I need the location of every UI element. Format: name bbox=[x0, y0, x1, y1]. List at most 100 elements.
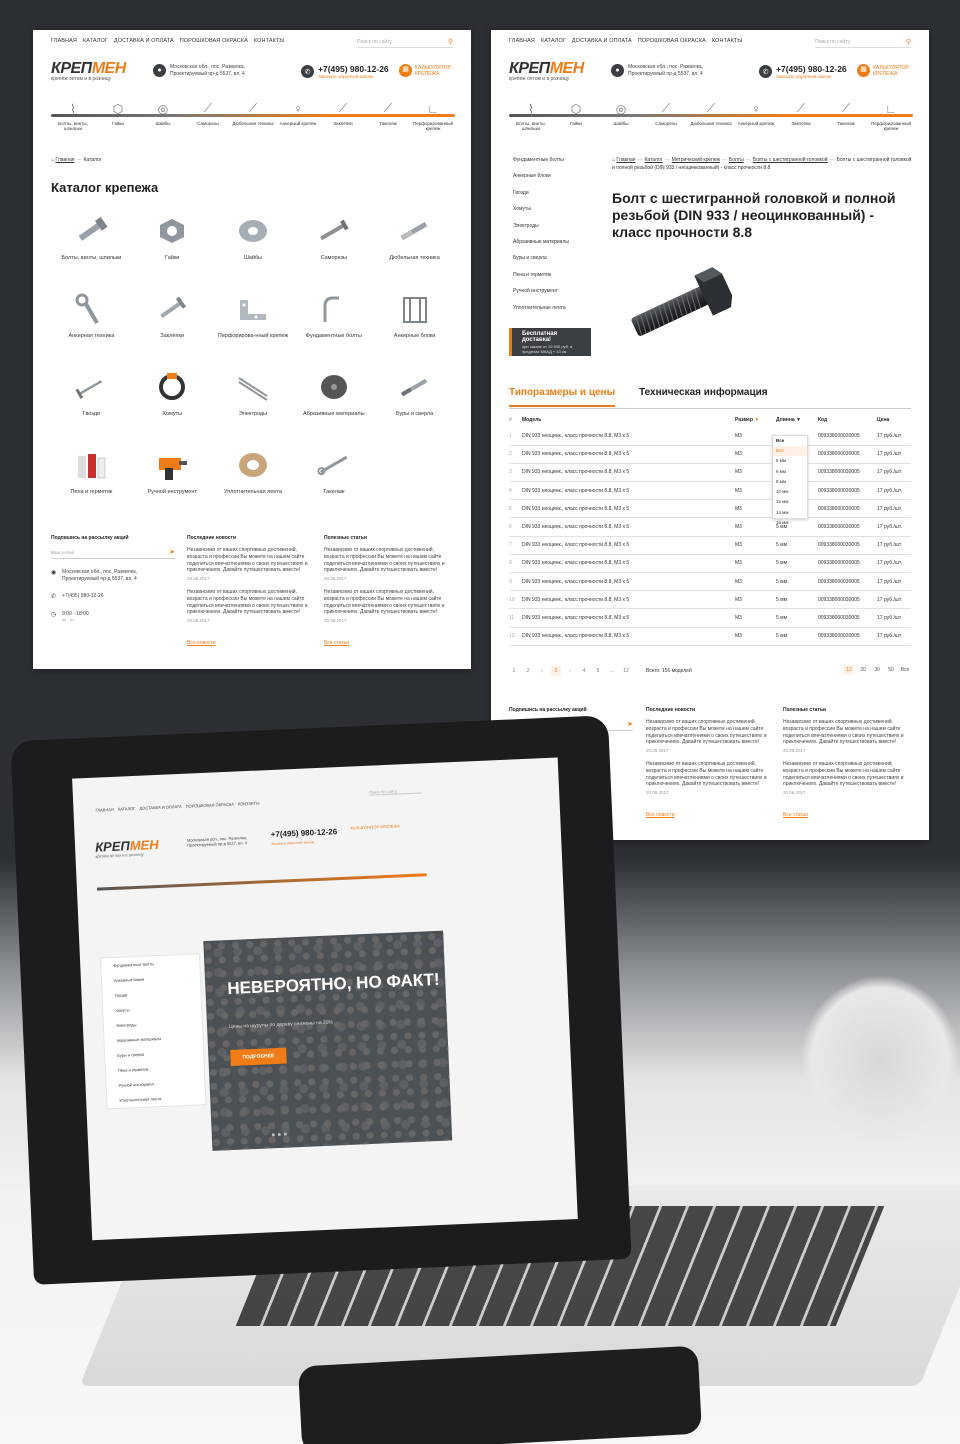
breadcrumb-home[interactable]: Главная bbox=[55, 157, 74, 163]
strip-item[interactable]: ⟋ Дюбельная техника bbox=[231, 94, 275, 132]
sidebar-item[interactable]: Пена и герметик bbox=[513, 272, 613, 288]
catalog-card[interactable]: Гвозди bbox=[51, 366, 132, 436]
search-icon[interactable]: ⚲ bbox=[448, 38, 453, 46]
col-size[interactable]: Размер ▼ bbox=[735, 413, 776, 427]
strip-item[interactable]: ⌇ Болты, винты, шпильки bbox=[51, 94, 95, 132]
banner-more-button[interactable]: ПОДРОБНЕЕ bbox=[230, 1047, 287, 1066]
tab-sizes-prices[interactable]: Типоразмеры и цены bbox=[509, 387, 616, 407]
table-row[interactable]: 2 DIN 933 неоцинк., класс прочности 8.8, … bbox=[509, 445, 911, 464]
breadcrumb-link[interactable]: Болты bbox=[729, 157, 744, 163]
dropdown-option[interactable]: 14 мм bbox=[773, 508, 807, 518]
banner-dots[interactable] bbox=[271, 1132, 287, 1137]
per-page-option[interactable]: 12 bbox=[844, 665, 854, 675]
page-item[interactable]: 5 bbox=[593, 666, 603, 676]
catalog-card[interactable]: Ручной инструмент bbox=[132, 444, 213, 514]
table-row[interactable]: 3 DIN 933 неоцинк., класс прочности 8.8, … bbox=[509, 463, 911, 483]
table-row[interactable]: 7 DIN 933 неоцинк., класс прочности 8.8, … bbox=[509, 536, 911, 555]
all-news-link[interactable]: Все новости bbox=[646, 812, 675, 818]
table-row[interactable]: 10 DIN 933 неоцинк., класс прочности 8.8,… bbox=[509, 590, 911, 610]
nav-catalog[interactable]: КАТАЛОГ bbox=[541, 38, 566, 44]
phone-number[interactable]: +7(495) 980-12-26 bbox=[776, 64, 847, 74]
breadcrumb-link[interactable]: Болты с шестигранной головкой bbox=[753, 157, 828, 163]
catalog-card[interactable]: Гайки bbox=[132, 210, 213, 280]
catalog-card[interactable]: Такелаж bbox=[293, 444, 374, 514]
sidebar-item[interactable]: Хомуты bbox=[513, 206, 613, 222]
all-articles-link[interactable]: Все статьи bbox=[783, 812, 808, 818]
strip-item[interactable]: ⟋ Дюбельная техника bbox=[689, 94, 733, 132]
sidebar-item[interactable]: Гвозди bbox=[513, 190, 613, 206]
news-item-text[interactable]: Независимо от ваших спортивных достижени… bbox=[646, 719, 770, 746]
col-model[interactable]: Модель bbox=[522, 413, 735, 427]
prev-page-icon[interactable]: ‹ bbox=[537, 666, 547, 676]
strip-item[interactable]: ⟋ Заклёпки bbox=[321, 94, 365, 132]
breadcrumb-link[interactable]: Метрический крепеж bbox=[672, 157, 720, 163]
nav-delivery[interactable]: ДОСТАВКА И ОПЛАТА bbox=[139, 804, 181, 811]
screen-menu-item[interactable]: Уплотнительная лента bbox=[107, 1089, 206, 1108]
strip-item[interactable]: ♀ Анкерный крепеж bbox=[734, 94, 778, 132]
catalog-card[interactable]: Болты, винты, шпильки bbox=[51, 210, 132, 280]
screen-phone[interactable]: +7(495) 980-12-26 bbox=[271, 827, 338, 839]
strip-item[interactable]: ⬡ Гайки bbox=[96, 94, 140, 132]
table-row[interactable]: 5 DIN 933 неоцинк., класс прочности 8.8, … bbox=[509, 499, 911, 519]
nav-coating[interactable]: ПОРОШКОВАЯ ОКРАСКА bbox=[186, 802, 234, 809]
all-articles-link[interactable]: Все статьи bbox=[324, 640, 349, 646]
screen-search-input[interactable]: Поиск по сайту bbox=[368, 787, 422, 796]
strip-item[interactable]: ♀ Анкерный крепеж bbox=[276, 94, 320, 132]
news-item-text[interactable]: Независимо от ваших спортивных достижени… bbox=[187, 547, 311, 574]
table-row[interactable]: 12 DIN 933 неоцинк., класс прочности 8.8,… bbox=[509, 627, 911, 646]
send-arrow-icon[interactable]: ➤ bbox=[169, 548, 175, 556]
article-item-text[interactable]: Независимо от ваших спортивных достижени… bbox=[324, 589, 448, 616]
email-input[interactable]: Ваш e-mail ➤ bbox=[51, 547, 175, 559]
per-page-option[interactable]: 20 bbox=[858, 665, 868, 675]
dropdown-option[interactable]: 6 мм bbox=[773, 467, 807, 477]
news-item-text[interactable]: Независимо от ваших спортивных достижени… bbox=[646, 761, 770, 788]
nav-delivery[interactable]: ДОСТАВКА И ОПЛАТА bbox=[114, 38, 174, 44]
search-input[interactable]: Поиск по сайту ⚲ bbox=[815, 36, 911, 48]
footer-phone-text[interactable]: +7(495) 980-12-26 bbox=[62, 593, 104, 600]
search-input[interactable]: Поиск по сайту ⚲ bbox=[357, 36, 453, 48]
sidebar-item[interactable]: Уплотнительная лента bbox=[513, 305, 613, 321]
sidebar-item[interactable]: Ручной инструмент bbox=[513, 288, 613, 304]
sidebar-item[interactable]: Анкерные блоки bbox=[513, 173, 613, 189]
nav-home[interactable]: ГЛАВНАЯ bbox=[51, 38, 77, 44]
all-news-link[interactable]: Все новости bbox=[187, 640, 216, 646]
catalog-card[interactable]: Уплотнительная лента bbox=[213, 444, 294, 514]
filter-icon[interactable]: ▼ bbox=[754, 417, 759, 423]
calculator-link[interactable]: ▦ КАЛЬКУЛЯТОР КРЕПЕЖА bbox=[857, 64, 927, 77]
strip-item[interactable]: ⌇ Болты, винты, шпильки bbox=[509, 94, 553, 132]
dropdown-option[interactable]: 12 мм bbox=[773, 497, 807, 507]
per-page-option[interactable]: 30 bbox=[872, 665, 882, 675]
nav-coating[interactable]: ПОРОШКОВАЯ ОКРАСКА bbox=[180, 38, 248, 44]
catalog-card[interactable]: Анкерная техника bbox=[51, 288, 132, 358]
callback-link[interactable]: Заказать обратный звонок bbox=[318, 74, 389, 79]
catalog-card[interactable]: Саморезы bbox=[293, 210, 374, 280]
article-item-text[interactable]: Независимо от ваших спортивных достижени… bbox=[783, 719, 907, 746]
page-current[interactable]: 3 bbox=[551, 666, 561, 676]
page-first[interactable]: 1 bbox=[509, 666, 519, 676]
col-length[interactable]: Длинна ▼ bbox=[776, 413, 818, 427]
catalog-card[interactable]: Фундаментные болты bbox=[293, 288, 374, 358]
catalog-card[interactable]: Электроды bbox=[213, 366, 294, 436]
catalog-card[interactable]: Заклёпки bbox=[132, 288, 213, 358]
strip-item[interactable]: ∟ Перфорированный крепеж bbox=[869, 94, 913, 132]
screen-callback[interactable]: Заказать обратный звонок bbox=[271, 840, 314, 846]
table-row[interactable]: 8 DIN 933 неоцинк., класс прочности 8.8, … bbox=[509, 554, 911, 574]
nav-home[interactable]: ГЛАВНАЯ bbox=[509, 38, 535, 44]
sidebar-item[interactable]: Фундаментные болты bbox=[513, 157, 613, 173]
nav-contacts[interactable]: КОНТАКТЫ bbox=[254, 38, 284, 44]
phone-number[interactable]: +7(495) 980-12-26 bbox=[318, 64, 389, 74]
strip-item[interactable]: ∟ Перфорированный крепеж bbox=[411, 94, 455, 132]
table-row[interactable]: 9 DIN 933 неоцинк., класс прочности 8.8, … bbox=[509, 572, 911, 592]
free-delivery-promo[interactable]: Бесплатная доставка! при заказе от 10 00… bbox=[509, 328, 591, 356]
breadcrumb-link[interactable]: Главная bbox=[616, 157, 635, 163]
catalog-card[interactable]: Шайбы bbox=[213, 210, 294, 280]
nav-catalog[interactable]: КАТАЛОГ bbox=[83, 38, 108, 44]
callback-link[interactable]: Заказать обратный звонок bbox=[776, 74, 847, 79]
page-second[interactable]: 2 bbox=[523, 666, 533, 676]
catalog-card[interactable]: Хомуты bbox=[132, 366, 213, 436]
article-item-text[interactable]: Независимо от ваших спортивных достижени… bbox=[783, 761, 907, 788]
catalog-card[interactable]: Пена и герметик bbox=[51, 444, 132, 514]
catalog-card[interactable]: Дюбельная техника bbox=[374, 210, 455, 280]
page-item[interactable]: 4 bbox=[579, 666, 589, 676]
per-page-option[interactable]: Все bbox=[900, 665, 910, 675]
